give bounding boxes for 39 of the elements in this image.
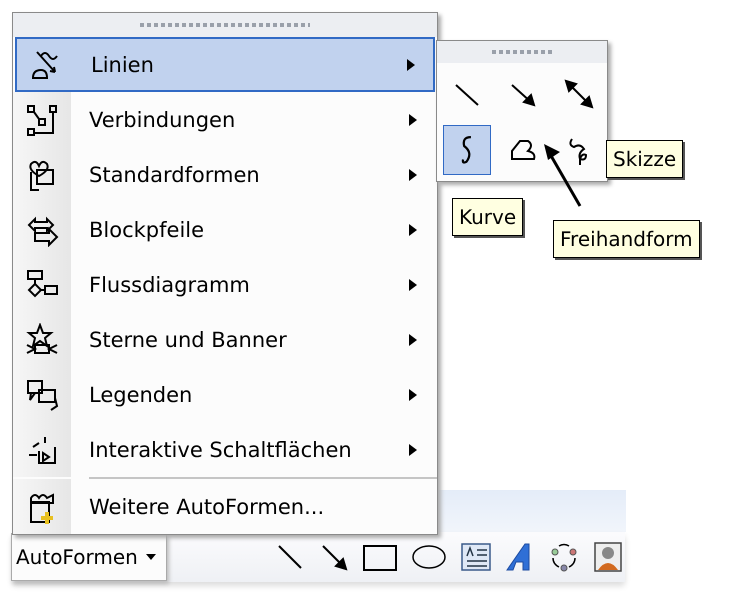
curve-icon	[460, 136, 474, 164]
menu-item-label: Sterne und Banner	[88, 326, 288, 354]
submenu-arrow-icon	[409, 168, 417, 180]
menu-item-label: Blockpfeile	[88, 216, 206, 244]
menu-item[interactable]: Weitere AutoFormen...	[13, 479, 437, 534]
star-banner-icon	[25, 322, 59, 356]
tooltip: Kurve	[452, 198, 524, 236]
menu-item[interactable]: Interaktive Schaltflächen	[13, 422, 437, 477]
menu-item[interactable]: Standardformen	[13, 147, 437, 202]
menu-item-label: Flussdiagramm	[88, 272, 251, 298]
callout-icon	[25, 378, 59, 412]
submenu-arrow-icon	[409, 444, 417, 456]
autoshapes-button[interactable]: AutoFormen	[11, 533, 167, 581]
menu-item-label: Standardformen	[88, 162, 261, 188]
submenu-arrow-icon	[409, 224, 417, 236]
menu-grip[interactable]	[13, 13, 437, 37]
menu-item-label: Legenden	[88, 382, 194, 408]
tooltip: Freihandform	[553, 220, 700, 258]
menu-item[interactable]: Verbindungen	[13, 92, 437, 147]
submenu-arrow-icon	[409, 278, 417, 290]
palette-grip[interactable]	[437, 41, 607, 63]
connector-icon	[25, 102, 59, 136]
menu-item[interactable]: Legenden	[13, 367, 437, 422]
submenu-arrow-icon	[409, 334, 417, 346]
menu-item[interactable]: Linien	[15, 37, 435, 92]
submenu-arrow-icon	[409, 114, 417, 126]
menu-item[interactable]: Sterne und Banner	[13, 312, 437, 367]
submenu-arrow-icon	[409, 388, 417, 400]
menu-item-label: Linien	[90, 52, 155, 78]
tool-button[interactable]	[443, 125, 491, 175]
submenu-arrow-icon	[407, 58, 415, 70]
menu-item-label: Weitere AutoFormen...	[88, 494, 326, 520]
caret-icon	[146, 554, 156, 560]
menu-item[interactable]: Blockpfeile	[13, 202, 437, 257]
menu-item-label: Interaktive Schaltflächen	[88, 436, 353, 464]
double-arrow-icon	[562, 77, 596, 111]
menu-item[interactable]: Flussdiagramm	[13, 257, 437, 312]
menu-item-label: Verbindungen	[88, 106, 236, 134]
tooltip: Skizze	[606, 140, 684, 178]
